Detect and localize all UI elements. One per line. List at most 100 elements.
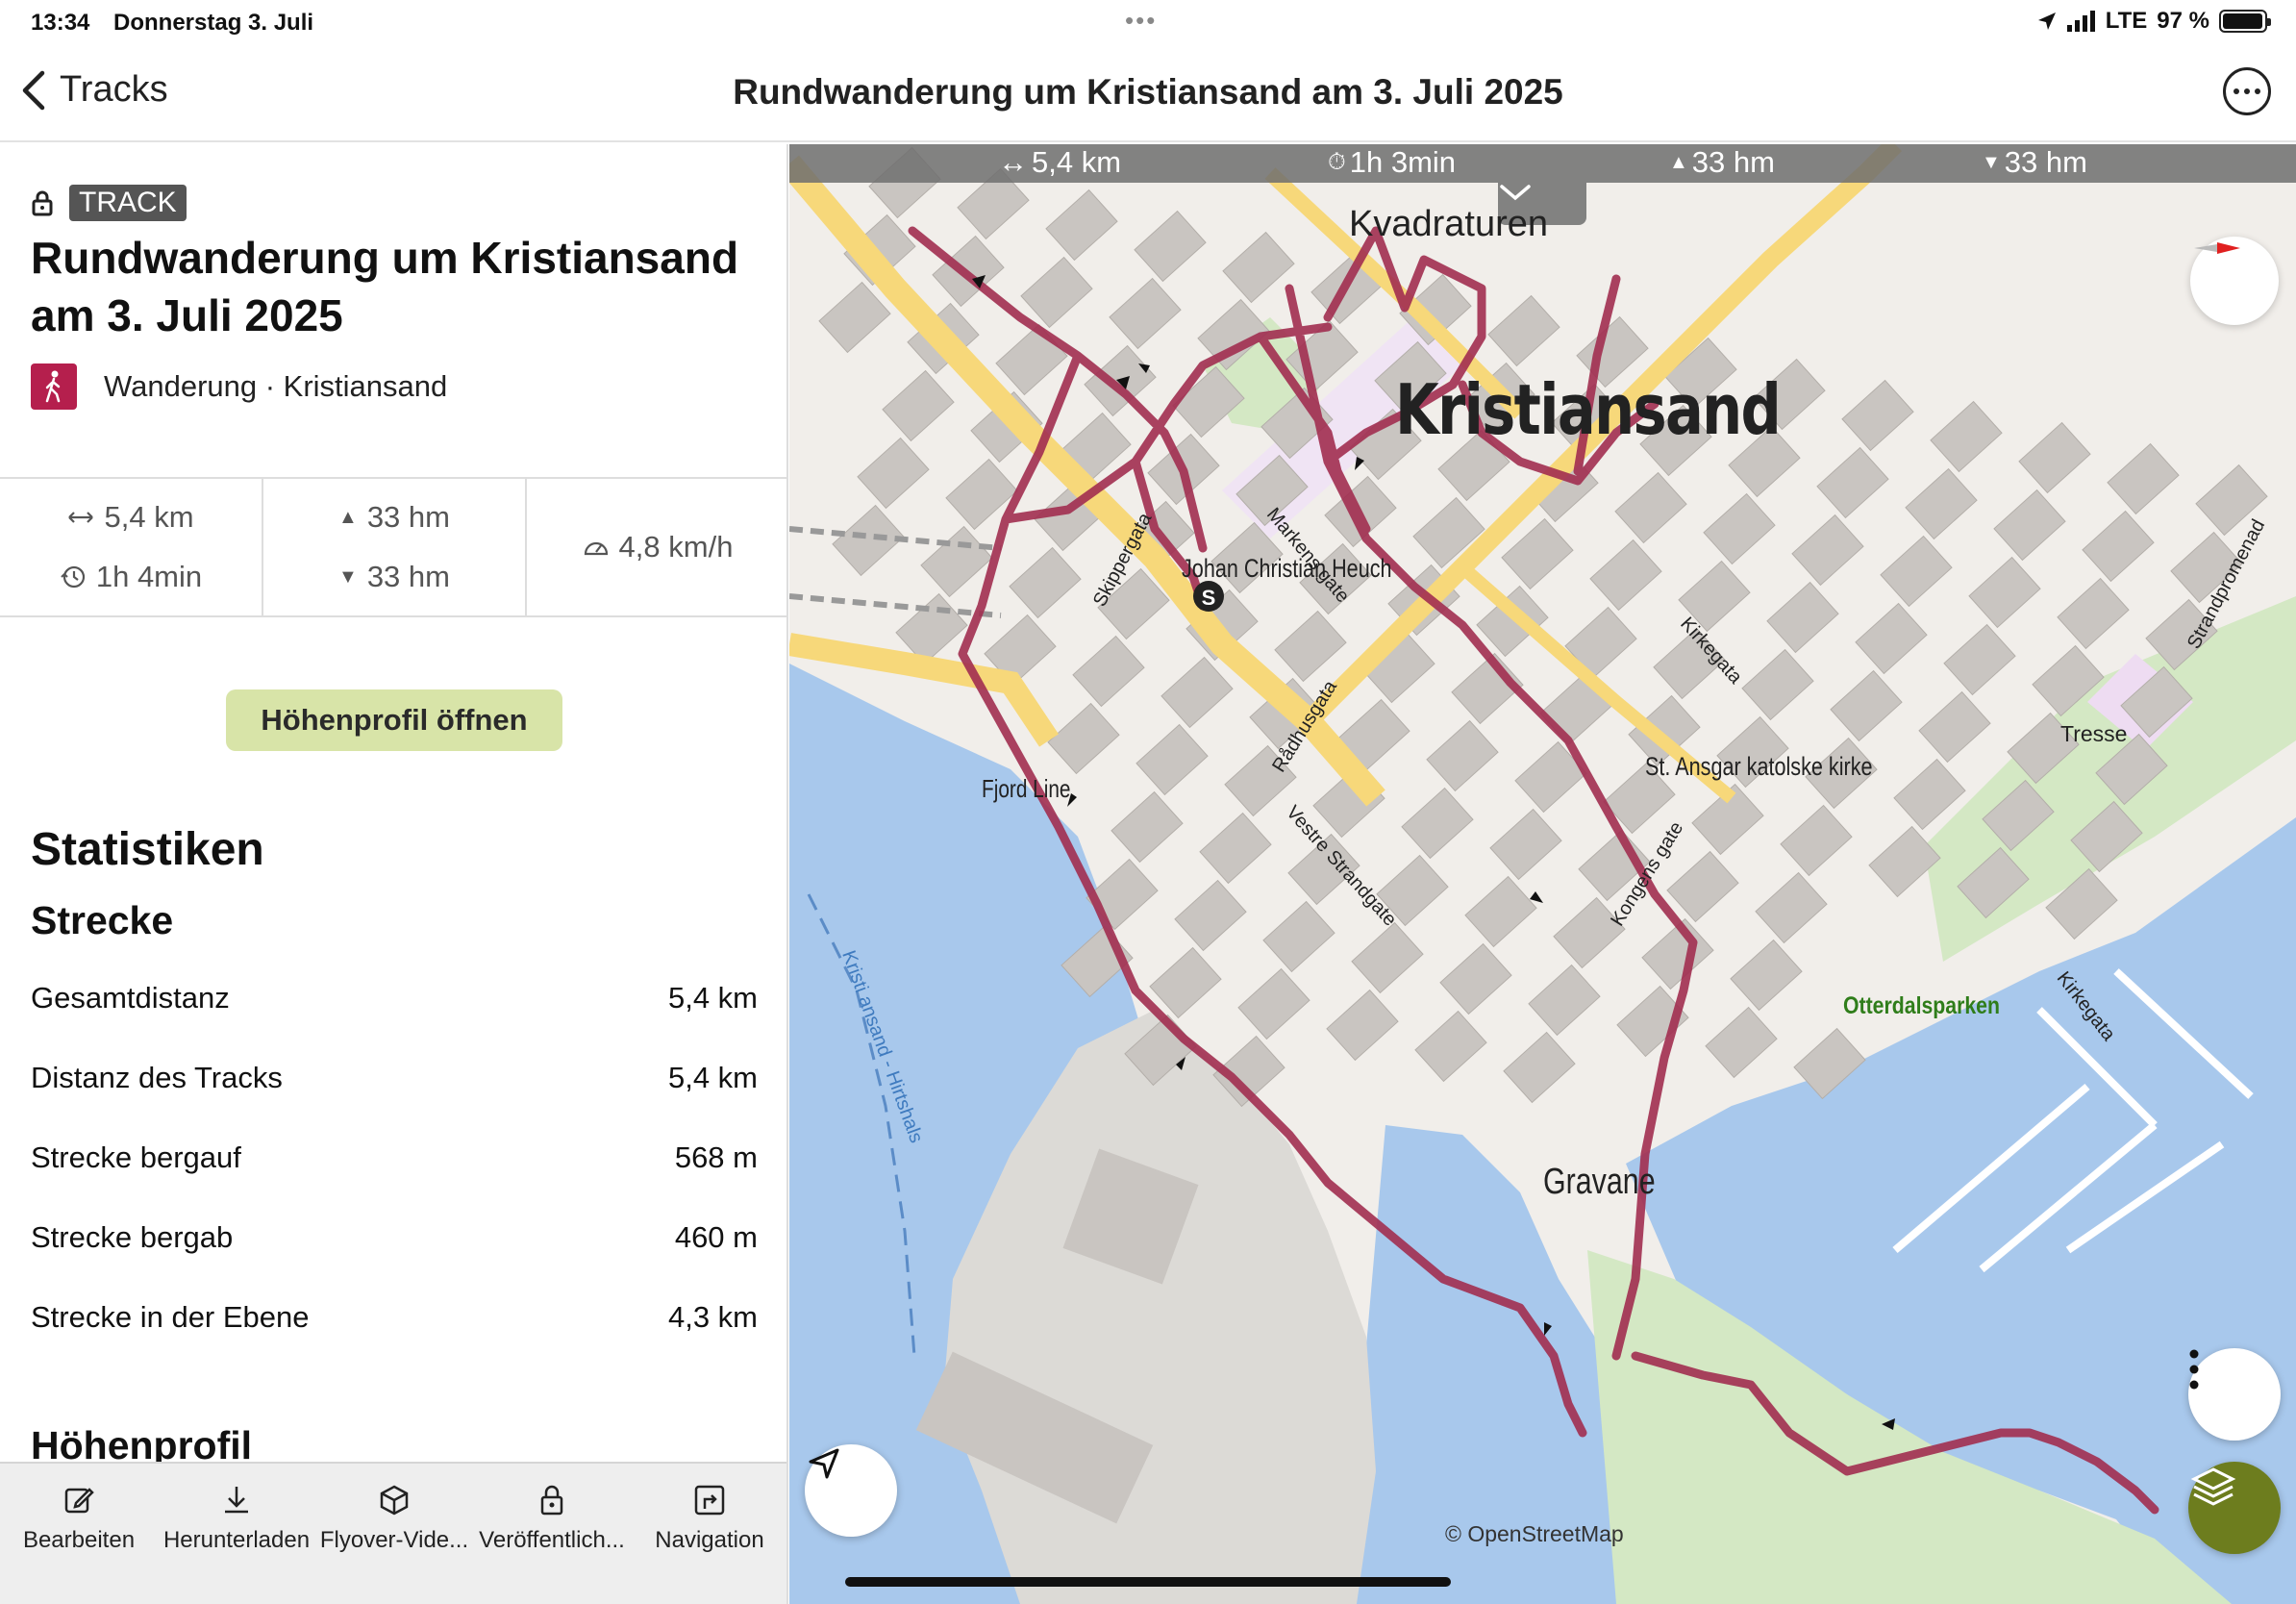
- building-block: [1136, 723, 1209, 796]
- district-label-kvadraturen: Kvadraturen: [1349, 204, 1549, 244]
- building-block: [1816, 446, 1889, 519]
- building-block: [1351, 921, 1424, 994]
- summary-duration-value: 1h 4min: [95, 560, 203, 593]
- flyover-video-button[interactable]: Flyover-Vide...: [315, 1464, 473, 1604]
- map-canvas[interactable]: S: [789, 144, 2296, 1604]
- building-block: [1841, 379, 1914, 452]
- district-label-gravane: Gravane: [1543, 1162, 1656, 1202]
- building-block: [1072, 635, 1145, 708]
- edit-button[interactable]: Bearbeiten: [0, 1464, 158, 1604]
- poi-label-st-ansgar: St. Ansgar katolske kirke: [1645, 752, 1873, 781]
- building-block: [1730, 939, 1803, 1012]
- building-block: [1426, 719, 1499, 792]
- stat-label: Distanz des Tracks: [31, 1060, 283, 1094]
- stat-label: Strecke in der Ebene: [31, 1299, 310, 1334]
- navigation-label: Navigation: [655, 1527, 764, 1553]
- track-title: Rundwanderung um Kristiansand am 3. Juli…: [31, 233, 739, 340]
- edit-icon: [64, 1488, 94, 1514]
- building-block: [1755, 871, 1828, 944]
- stat-row: Strecke bergab 460 m: [31, 1197, 758, 1277]
- building-block: [1439, 942, 1512, 1015]
- map-attribution[interactable]: © OpenStreetMap: [1445, 1521, 1624, 1547]
- open-elevation-profile-button[interactable]: Höhenprofil öffnen: [226, 689, 562, 751]
- map-stat-descent: ▼ 33 hm: [1982, 145, 2087, 180]
- building-block: [1791, 514, 1864, 587]
- building-block: [882, 369, 955, 442]
- building-block: [1401, 787, 1474, 860]
- more-options-button[interactable]: [2223, 67, 2271, 115]
- location-arrow-icon: [2037, 13, 2056, 30]
- stat-value: 568 m: [674, 1140, 758, 1174]
- summary-ascent: ▲ 33 hm: [338, 500, 450, 535]
- building-block: [1741, 648, 1814, 721]
- stat-value: 5,4 km: [667, 1060, 758, 1094]
- download-label: Herunterladen: [162, 1527, 311, 1553]
- locate-me-button[interactable]: [805, 1444, 897, 1537]
- track-tag-row: TRACK: [31, 185, 187, 221]
- flyover-video-label: Flyover-Vide...: [319, 1527, 469, 1553]
- download-button[interactable]: Herunterladen: [158, 1464, 315, 1604]
- summary-stats: 5,4 km 1h 4min ▲ 33 hm ▼ 33 hm 4,8 km/h: [0, 477, 786, 617]
- map-more-button[interactable]: [2188, 1348, 2281, 1441]
- navigation-button[interactable]: Navigation: [631, 1464, 786, 1604]
- building-block: [1589, 539, 1662, 612]
- poi-label-heuch: Johan Christian Heuch: [1182, 554, 1392, 583]
- track-category: Wanderung · Kristiansand: [104, 369, 448, 403]
- building-block: [1326, 989, 1399, 1062]
- building-block: [1855, 602, 1928, 675]
- poi-label-tresse: Tresse: [2060, 721, 2128, 746]
- building-block: [1666, 850, 1739, 923]
- map-stat-distance: ↔ 5,4 km: [998, 145, 1122, 179]
- summary-speed: 4,8 km/h: [583, 530, 734, 564]
- subway-station-glyph: S: [1202, 586, 1216, 610]
- track-category-row: Wanderung · Kristiansand: [31, 363, 447, 410]
- map-stat-ascent: ▲ 33 hm: [1669, 145, 1775, 180]
- status-time: 13:34: [31, 10, 90, 36]
- building-block: [1414, 1010, 1487, 1083]
- building-block: [2018, 421, 2091, 494]
- multitasking-dots-icon[interactable]: •••: [1125, 6, 1157, 36]
- triangle-up-icon: ▲: [338, 506, 358, 528]
- publish-button[interactable]: Veröffentlich...: [473, 1464, 631, 1604]
- building-block: [1930, 400, 2003, 473]
- building-block: [1009, 546, 1082, 619]
- home-indicator[interactable]: [845, 1577, 1451, 1587]
- building-block: [832, 504, 905, 577]
- hiking-icon: [31, 363, 77, 410]
- building-block: [1149, 946, 1222, 1019]
- network-type: LTE: [2105, 8, 2148, 34]
- navigation-bar: Tracks Rundwanderung um Kristiansand am …: [0, 46, 2296, 142]
- building-block: [1199, 812, 1272, 885]
- building-block: [1503, 1031, 1576, 1104]
- statistics-heading: Statistiken: [31, 824, 264, 875]
- building-block: [1262, 900, 1335, 973]
- building-block: [1943, 623, 2016, 696]
- stats-speed: 4,8 km/h: [527, 479, 786, 615]
- map-view[interactable]: S ↔ 5,4 km ⏱ 1h 3min ▲ 33 hm ▼ 33 hm Kvadrat…: [789, 144, 2296, 1604]
- edit-label: Bearbeiten: [22, 1527, 136, 1553]
- stat-value: 4,3 km: [667, 1299, 758, 1334]
- building-block: [1528, 964, 1601, 1037]
- building-block: [1237, 967, 1310, 1040]
- compass-button[interactable]: [2190, 237, 2279, 325]
- summary-descent-value: 33 hm: [366, 560, 450, 593]
- triangle-up-icon: ▲: [1669, 151, 1688, 173]
- building-block: [2107, 442, 2180, 515]
- map-stat-duration: ⏱ 1h 3min: [1328, 145, 1456, 180]
- battery-icon: [2219, 10, 2271, 33]
- building-block: [995, 323, 1068, 396]
- speedometer-icon: [584, 541, 608, 556]
- stats-ascent-descent: ▲ 33 hm ▼ 33 hm: [263, 479, 527, 615]
- building-block: [1464, 875, 1537, 948]
- summary-speed-value: 4,8 km/h: [618, 530, 734, 564]
- track-details-panel: TRACK Rundwanderung um Kristiansand am 3…: [0, 144, 788, 1604]
- map-stat-ascent-value: 33 hm: [1691, 145, 1775, 179]
- triangle-down-icon: ▼: [338, 565, 358, 588]
- battery-percent: 97 %: [2157, 8, 2209, 34]
- layers-icon: [2190, 1467, 2236, 1506]
- status-date: Donnerstag 3. Juli: [113, 10, 314, 36]
- building-block: [1993, 489, 2066, 562]
- page-title: Rundwanderung um Kristiansand am 3. Juli…: [733, 72, 1563, 112]
- map-layers-button[interactable]: [2188, 1462, 2281, 1554]
- history-clock-icon: [61, 565, 85, 589]
